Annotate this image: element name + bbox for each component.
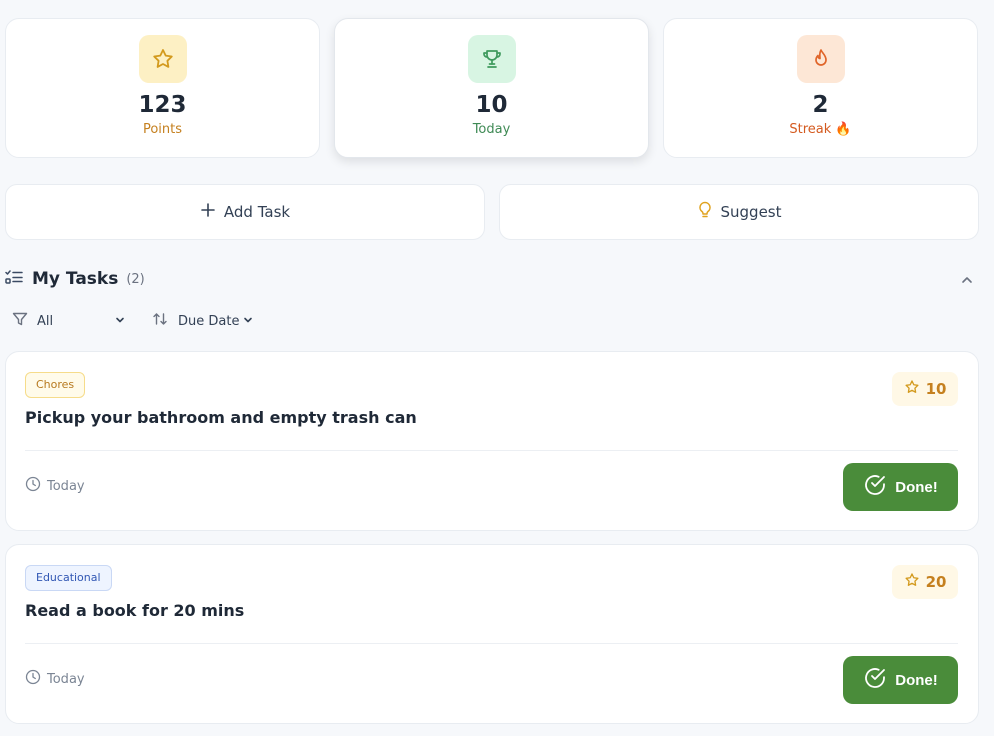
checklist-icon [5,269,23,289]
streak-value: 2 [812,92,829,118]
done-label: Done! [895,478,938,496]
category-tag: Educational [25,565,112,591]
filter-bar: All Due Date [12,310,312,332]
chevron-up-icon[interactable] [957,270,977,290]
check-circle-icon [863,473,887,501]
stats-row: 123 Points 10 Today 2 Streak 🔥 [5,18,979,158]
category-filter-select[interactable]: All [12,310,126,332]
divider [25,643,958,644]
plus-icon [200,202,216,222]
stat-card-today[interactable]: 10 Today [334,18,649,158]
points-value: 20 [925,573,947,591]
suggest-button[interactable]: Suggest [499,184,979,240]
star-icon [904,572,920,592]
points-value: 123 [138,92,187,118]
task-title: Read a book for 20 mins [25,601,245,620]
section-title: My Tasks [32,269,119,289]
done-button[interactable]: Done! [843,656,958,704]
sort-value: Due Date [178,313,240,329]
divider [25,450,958,451]
clock-icon [25,669,41,689]
due-date: Today [25,669,85,689]
stat-card-streak: 2 Streak 🔥 [663,18,978,158]
star-icon [904,379,920,399]
due-date: Today [25,476,85,496]
task-title: Pickup your bathroom and empty trash can [25,408,417,427]
actions-row: Add Task Suggest [5,184,979,240]
chevron-down-icon [114,314,126,330]
sort-icon [152,311,168,331]
streak-label: Streak 🔥 [789,122,852,137]
suggest-label: Suggest [720,203,782,221]
star-icon [138,35,187,83]
trophy-icon [467,35,516,83]
chevron-down-icon [242,314,254,330]
category-tag: Chores [25,372,86,398]
sort-select[interactable]: Due Date [152,310,254,332]
done-button[interactable]: Done! [843,463,958,511]
stat-card-points: 123 Points [5,18,320,158]
filter-icon [12,311,28,331]
task-card[interactable]: Educational 20 Read a book for 20 mins T… [5,544,979,724]
check-circle-icon [863,666,887,694]
today-label: Today [472,122,511,137]
today-value: 10 [475,92,508,118]
done-label: Done! [895,671,938,689]
clock-icon [25,476,41,496]
flame-icon [796,35,845,83]
due-label: Today [47,671,85,687]
task-card[interactable]: Chores 10 Pickup your bathroom and empty… [5,351,979,531]
points-label: Points [142,122,183,137]
add-task-label: Add Task [223,203,291,221]
points-badge: 10 [892,372,958,406]
add-task-button[interactable]: Add Task [5,184,485,240]
filter-value: All [37,313,54,329]
due-label: Today [47,478,85,494]
points-value: 10 [925,380,947,398]
my-tasks-header: My Tasks (2) [5,266,979,292]
points-badge: 20 [892,565,958,599]
task-count: (2) [126,271,145,287]
lightbulb-icon [697,201,713,223]
